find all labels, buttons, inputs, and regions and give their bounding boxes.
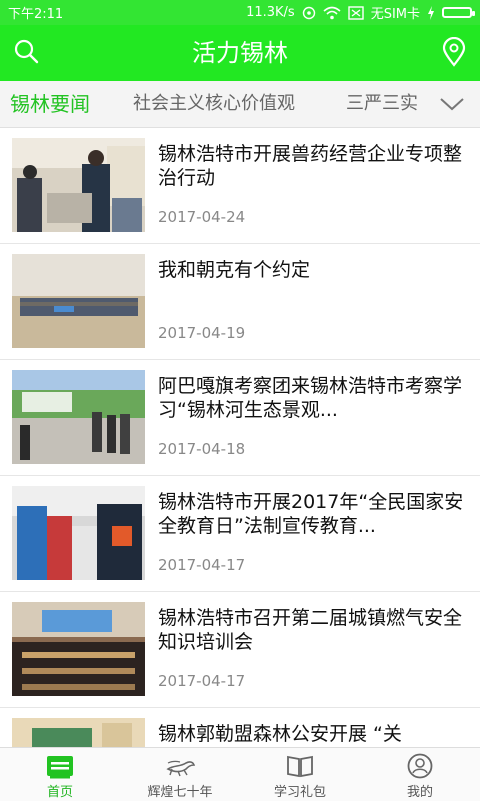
status-bar: 下午2:11 11.3K/s 无SIM卡 [0,0,480,25]
news-item[interactable]: 我和朝克有个约定 2017-04-19 [0,244,480,360]
network-speed: 11.3K/s [246,5,295,20]
chevron-down-icon [440,98,464,111]
news-date: 2017-04-19 [158,324,246,342]
news-thumbnail [12,370,145,464]
news-title: 锡林浩特市召开第二届城镇燃气安全知识培训会 [158,607,463,653]
news-item[interactable]: 锡林郭勒盟森林公安开展 “关 [0,708,480,747]
tab-xilin-news[interactable]: 锡林要闻 [10,81,90,127]
expand-tabs-button[interactable] [424,81,480,127]
nav-home[interactable]: 首页 [0,748,120,801]
news-item[interactable]: 锡林浩特市召开第二届城镇燃气安全知识培训会 2017-04-17 [0,592,480,708]
profile-icon [407,753,433,779]
book-icon [287,755,313,778]
nav-mine-label: 我的 [406,785,433,800]
battery-icon [442,7,475,18]
charging-icon [428,5,434,20]
nav-study-pack-label: 学习礼包 [273,785,326,800]
wifi-icon [323,6,341,19]
news-item[interactable]: 锡林浩特市开展2017年“全民国家安全教育日”法制宣传教育... 2017-04… [0,476,480,592]
news-date: 2017-04-24 [158,208,246,226]
nav-home-label: 首页 [46,785,73,800]
nav-study-pack[interactable]: 学习礼包 [240,748,360,801]
news-title: 阿巴嘎旗考察团来锡林浩特市考察学习“锡林河生态景观... [158,375,463,421]
news-item[interactable]: 锡林浩特市开展兽药经营企业专项整治行动 2017-04-24 [0,128,480,244]
news-thumbnail [12,718,145,747]
news-date: 2017-04-18 [158,440,246,458]
category-tabs: 锡林要闻 社会主义核心价值观 三严三实 [0,81,480,128]
news-title: 锡林郭勒盟森林公安开展 “关 [158,723,402,745]
news-title: 我和朝克有个约定 [158,259,311,281]
news-list: 锡林浩特市开展兽药经营企业专项整治行动 2017-04-24 我和朝克有个约定 … [0,128,480,747]
news-thumbnail [12,254,145,348]
location-pin-icon[interactable] [440,37,468,67]
news-thumbnail [12,602,145,696]
app-title: 活力锡林 [192,39,288,67]
nav-seventy-years-label: 辉煌七十年 [147,785,213,800]
news-date: 2017-04-17 [158,672,246,690]
news-title: 锡林浩特市开展兽药经营企业专项整治行动 [158,143,463,189]
tab-three-strict[interactable]: 三严三实 [346,81,418,127]
tab-core-values[interactable]: 社会主义核心价值观 [133,81,295,127]
sim-status: 无SIM卡 [370,7,420,22]
alarm-icon [302,6,315,19]
news-thumbnail [12,138,145,232]
news-item[interactable]: 阿巴嘎旗考察团来锡林浩特市考察学习“锡林河生态景观... 2017-04-18 [0,360,480,476]
news-date: 2017-04-17 [158,556,246,574]
no-sim-icon [347,5,364,20]
bottom-navigation: 首页 辉煌七十年 学习礼包 我的 [0,747,480,801]
app-bar: 活力锡林 [0,25,480,81]
horse-icon [166,760,196,777]
news-title: 锡林浩特市开展2017年“全民国家安全教育日”法制宣传教育... [158,491,464,537]
home-icon [47,756,73,779]
nav-seventy-years[interactable]: 辉煌七十年 [120,748,240,801]
nav-mine[interactable]: 我的 [360,748,480,801]
news-thumbnail [12,486,145,580]
status-time: 下午2:11 [8,7,64,22]
